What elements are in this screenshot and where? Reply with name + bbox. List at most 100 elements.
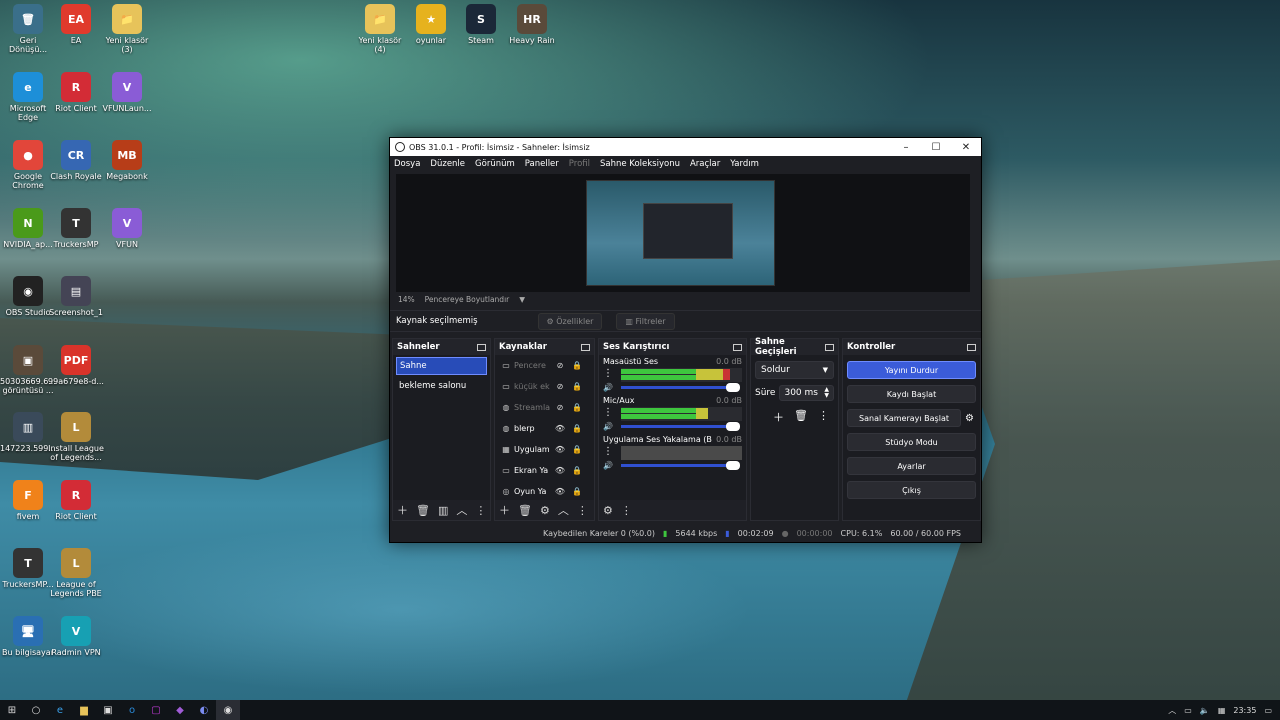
- source-settings-icon[interactable]: ⚙: [540, 504, 550, 517]
- lock-icon[interactable]: 🔒: [570, 466, 584, 475]
- volume-knob[interactable]: [726, 382, 740, 392]
- studio-mode-button[interactable]: Stüdyo Modu: [847, 433, 976, 451]
- undock-icon[interactable]: [477, 343, 486, 351]
- clock[interactable]: 23:35: [1233, 706, 1256, 715]
- scene-filters-icon[interactable]: ▥: [438, 504, 448, 517]
- menu-item[interactable]: Sahne Koleksiyonu: [600, 159, 680, 169]
- scene-item[interactable]: bekleme salonu: [396, 377, 487, 395]
- spin-arrows-icon[interactable]: ▲ ▼: [824, 387, 829, 399]
- desktop-shortcut[interactable]: ▤ Screenshot_1: [48, 276, 104, 317]
- lock-icon[interactable]: 🔒: [570, 403, 584, 412]
- source-item[interactable]: ◎ Oyun Ya 👁 🔒: [495, 481, 594, 502]
- obs-titlebar[interactable]: OBS 31.0.1 - Profil: İsimsiz - Sahneler:…: [390, 138, 981, 156]
- undock-icon[interactable]: [967, 343, 976, 351]
- remove-scene-icon[interactable]: 🗑: [416, 504, 430, 517]
- zoom-mode-select[interactable]: Pencereye Boyutlandır: [425, 295, 510, 304]
- eye-hidden-icon[interactable]: ⊘: [553, 361, 567, 370]
- undock-icon[interactable]: [733, 343, 742, 351]
- outlook-icon[interactable]: o: [120, 700, 144, 720]
- desktop-shortcut[interactable]: MB Megabonk: [99, 140, 155, 181]
- filters-button[interactable]: ▥ Filtreler: [616, 312, 675, 330]
- source-item[interactable]: ▭ Pencere ⊘ 🔒: [495, 355, 594, 376]
- desktop-shortcut[interactable]: R Riot Client: [48, 72, 104, 113]
- desktop-shortcut[interactable]: 📁 Yeni klasör (3): [99, 4, 155, 54]
- volume-slider[interactable]: [621, 460, 740, 470]
- source-item[interactable]: ◍ blerp 👁 🔒: [495, 418, 594, 439]
- more-icon[interactable]: ⋮: [818, 409, 829, 425]
- menu-item[interactable]: Paneller: [525, 159, 559, 169]
- speaker-icon[interactable]: 🔊: [603, 422, 617, 431]
- notifications-icon[interactable]: ▭: [1264, 706, 1272, 715]
- desktop-shortcut[interactable]: ★ oyunlar: [403, 4, 459, 45]
- start-virtual-camera-button[interactable]: Sanal Kamerayı Başlat: [847, 409, 962, 427]
- more-icon[interactable]: ⋮: [621, 504, 632, 517]
- eye-icon[interactable]: 👁: [553, 424, 567, 433]
- eye-icon[interactable]: 👁: [553, 445, 567, 454]
- add-scene-icon[interactable]: ＋: [397, 502, 408, 518]
- channel-menu-icon[interactable]: ⋮: [603, 368, 617, 379]
- preview-canvas[interactable]: [396, 174, 970, 292]
- desktop-shortcut[interactable]: PDF 99a679e8-d...: [48, 345, 104, 386]
- chevron-up-icon[interactable]: ︿: [1168, 705, 1176, 716]
- stop-stream-button[interactable]: Yayını Durdur: [847, 361, 976, 379]
- eye-hidden-icon[interactable]: ⊘: [553, 403, 567, 412]
- vfun-taskbar-icon[interactable]: ◆: [168, 700, 192, 720]
- add-transition-icon[interactable]: ＋: [773, 409, 784, 425]
- undock-icon[interactable]: [825, 343, 834, 351]
- lock-icon[interactable]: 🔒: [570, 424, 584, 433]
- menu-item[interactable]: Görünüm: [475, 159, 515, 169]
- ime-icon[interactable]: ▦: [1218, 706, 1226, 715]
- settings-button[interactable]: Ayarlar: [847, 457, 976, 475]
- menu-item[interactable]: Araçlar: [690, 159, 720, 169]
- virtual-camera-settings-icon[interactable]: ⚙: [965, 413, 974, 424]
- desktop-shortcut[interactable]: L League of Legends PBE: [48, 548, 104, 598]
- speaker-icon[interactable]: 🔊: [603, 461, 617, 470]
- source-item[interactable]: ▭ küçük ek ⊘ 🔒: [495, 376, 594, 397]
- add-source-icon[interactable]: ＋: [499, 502, 510, 518]
- exit-button[interactable]: Çıkış: [847, 481, 976, 499]
- desktop-shortcut[interactable]: CR Clash Royale: [48, 140, 104, 181]
- desktop-shortcut[interactable]: EA EA: [48, 4, 104, 45]
- discord-taskbar-icon[interactable]: ◐: [192, 700, 216, 720]
- lock-icon[interactable]: 🔒: [570, 382, 584, 391]
- minimize-icon[interactable]: –: [891, 142, 921, 153]
- desktop-shortcut[interactable]: HR Heavy Rain: [504, 4, 560, 45]
- scene-item[interactable]: Sahne: [396, 357, 487, 375]
- transition-select[interactable]: Soldur ▼: [755, 361, 834, 379]
- file-explorer-icon[interactable]: ▆: [72, 700, 96, 720]
- app-icon[interactable]: ▢: [144, 700, 168, 720]
- speaker-icon[interactable]: 🔊: [603, 383, 617, 392]
- obs-taskbar-icon[interactable]: ◉: [216, 700, 240, 720]
- close-icon[interactable]: ✕: [951, 142, 981, 153]
- desktop-shortcut[interactable]: V Radmin VPN: [48, 616, 104, 657]
- move-up-icon[interactable]: ︿: [558, 502, 569, 518]
- desktop-shortcut[interactable]: T TruckersMP: [48, 208, 104, 249]
- start-button-icon[interactable]: ⊞: [0, 700, 24, 720]
- eye-icon[interactable]: 👁: [553, 466, 567, 475]
- store-icon[interactable]: ▣: [96, 700, 120, 720]
- lock-icon[interactable]: 🔒: [570, 361, 584, 370]
- maximize-icon[interactable]: ☐: [921, 142, 951, 153]
- chevron-down-icon[interactable]: ▼: [519, 295, 525, 304]
- volume-icon[interactable]: 🔈: [1200, 706, 1210, 715]
- desktop-shortcut[interactable]: L Install League of Legends...: [48, 412, 104, 462]
- source-item[interactable]: ◍ Streamla ⊘ 🔒: [495, 397, 594, 418]
- menu-item[interactable]: Yardım: [730, 159, 759, 169]
- menu-item[interactable]: Profil: [569, 159, 590, 169]
- volume-knob[interactable]: [726, 421, 740, 431]
- desktop-shortcut[interactable]: 📁 Yeni klasör (4): [352, 4, 408, 54]
- volume-slider[interactable]: [621, 421, 740, 431]
- properties-button[interactable]: ⚙ Özellikler: [537, 312, 603, 330]
- duration-spinbox[interactable]: 300 ms ▲ ▼: [779, 385, 834, 401]
- menu-item[interactable]: Dosya: [394, 159, 420, 169]
- volume-slider[interactable]: [621, 382, 740, 392]
- edge-taskbar-icon[interactable]: e: [48, 700, 72, 720]
- lock-icon[interactable]: 🔒: [570, 487, 584, 496]
- channel-menu-icon[interactable]: ⋮: [603, 407, 617, 418]
- eye-hidden-icon[interactable]: ⊘: [553, 382, 567, 391]
- remove-transition-icon[interactable]: 🗑: [794, 409, 808, 425]
- volume-knob[interactable]: [726, 460, 740, 470]
- search-icon[interactable]: ○: [24, 700, 48, 720]
- desktop-shortcut[interactable]: S Steam: [453, 4, 509, 45]
- menu-item[interactable]: Düzenle: [430, 159, 465, 169]
